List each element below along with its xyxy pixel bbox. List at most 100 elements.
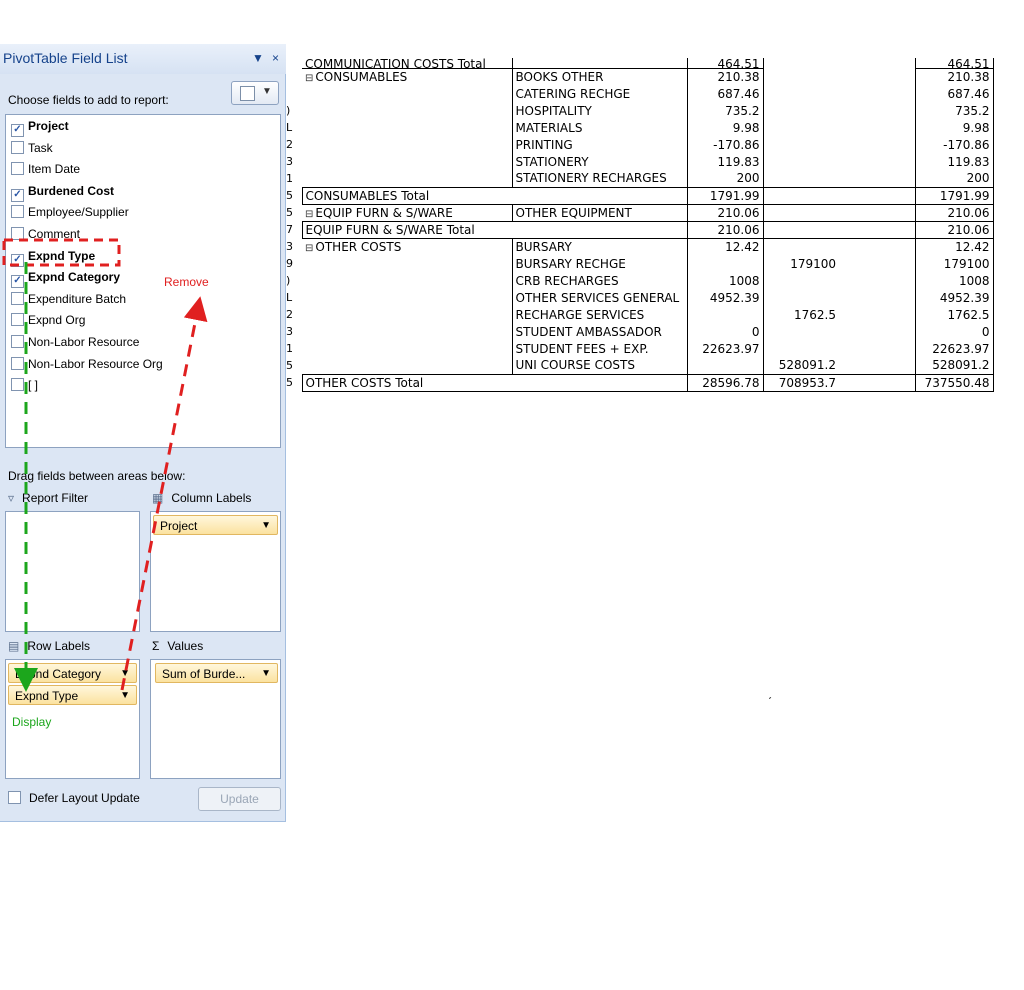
value-cell[interactable]	[763, 323, 839, 340]
value-cell[interactable]	[763, 170, 839, 187]
value-cell[interactable]	[839, 85, 915, 102]
value-cell[interactable]	[686, 357, 764, 374]
row-number[interactable]: 1	[286, 170, 302, 187]
grand-total-cell[interactable]: 200	[914, 170, 994, 187]
type-cell[interactable]: HOSPITALITY	[511, 102, 687, 119]
value-cell[interactable]	[763, 136, 839, 153]
type-cell[interactable]: MATERIALS	[511, 119, 687, 136]
type-cell[interactable]	[511, 58, 687, 68]
value-cell[interactable]	[763, 85, 839, 102]
value-cell[interactable]	[839, 58, 915, 68]
category-cell[interactable]: ⊟ CONSUMABLES	[302, 67, 512, 85]
category-cell[interactable]	[302, 170, 512, 187]
row-number[interactable]: )	[286, 102, 302, 119]
grand-total-cell[interactable]: 210.38	[914, 67, 994, 85]
row-number[interactable]	[286, 85, 302, 102]
grand-total-cell[interactable]: 4952.39	[914, 289, 994, 306]
row-number[interactable]: 1	[286, 340, 302, 357]
type-cell[interactable]	[512, 186, 687, 205]
grand-total-cell[interactable]: 210.06	[914, 203, 994, 221]
type-cell[interactable]: BOOKS OTHER	[511, 67, 687, 85]
row-number[interactable]: 5	[286, 204, 302, 221]
value-cell[interactable]	[839, 289, 915, 306]
value-cell[interactable]	[763, 68, 839, 85]
row-number[interactable]: 5	[286, 374, 302, 391]
value-cell[interactable]: -170.86	[686, 136, 764, 153]
row-number[interactable]: 2	[286, 136, 302, 153]
category-cell[interactable]	[302, 255, 512, 272]
value-cell[interactable]: 28596.78	[686, 373, 764, 392]
value-cell[interactable]	[763, 119, 839, 136]
value-cell[interactable]	[763, 58, 839, 68]
value-cell[interactable]	[763, 340, 839, 357]
row-number[interactable]: 5	[286, 187, 302, 204]
type-cell[interactable]: STUDENT FEES + EXP.	[511, 340, 687, 357]
value-cell[interactable]	[839, 238, 915, 255]
value-cell[interactable]	[839, 357, 915, 374]
value-cell[interactable]	[839, 102, 915, 119]
grand-total-cell[interactable]: 1791.99	[914, 186, 994, 205]
value-cell[interactable]: 687.46	[686, 85, 764, 102]
value-cell[interactable]: 210.06	[686, 203, 764, 221]
value-cell[interactable]: 119.83	[686, 153, 764, 170]
type-cell[interactable]: PRINTING	[511, 136, 687, 153]
value-cell[interactable]	[839, 170, 915, 187]
value-cell[interactable]	[839, 340, 915, 357]
value-cell[interactable]	[686, 255, 764, 272]
value-cell[interactable]	[839, 306, 915, 323]
type-cell[interactable]: CATERING RECHGE	[511, 85, 687, 102]
grand-total-cell[interactable]: 464.51	[914, 58, 994, 68]
category-cell[interactable]: CONSUMABLES Total	[301, 186, 512, 205]
category-cell[interactable]	[302, 340, 512, 357]
grand-total-cell[interactable]: 1762.5	[914, 306, 994, 323]
grand-total-cell[interactable]: -170.86	[914, 136, 994, 153]
value-cell[interactable]	[763, 289, 839, 306]
value-cell[interactable]	[763, 238, 839, 255]
grand-total-cell[interactable]: 12.42	[914, 237, 994, 255]
category-cell[interactable]	[302, 102, 512, 119]
type-cell[interactable]: BURSARY RECHGE	[511, 255, 687, 272]
value-cell[interactable]	[839, 153, 915, 170]
value-cell[interactable]: 464.51	[686, 58, 764, 68]
row-number[interactable]: 5	[286, 357, 302, 374]
category-cell[interactable]	[302, 306, 512, 323]
row-number[interactable]: 2	[286, 306, 302, 323]
value-cell[interactable]: 528091.2	[763, 357, 839, 374]
category-cell[interactable]: ⊟ OTHER COSTS	[302, 237, 512, 255]
row-number[interactable]: L	[286, 289, 302, 306]
category-cell[interactable]	[302, 136, 512, 153]
type-cell[interactable]: STATIONERY	[511, 153, 687, 170]
value-cell[interactable]	[763, 153, 839, 170]
value-cell[interactable]	[839, 220, 915, 239]
value-cell[interactable]: 22623.97	[686, 340, 764, 357]
value-cell[interactable]: 1791.99	[686, 186, 764, 205]
category-cell[interactable]: ⊟ EQUIP FURN & S/WARE	[302, 203, 512, 221]
category-cell[interactable]	[302, 119, 512, 136]
row-number[interactable]: 3	[286, 323, 302, 340]
value-cell[interactable]: 0	[686, 323, 764, 340]
value-cell[interactable]	[839, 136, 915, 153]
collapse-icon[interactable]: ⊟	[305, 73, 313, 84]
type-cell[interactable]	[512, 220, 687, 239]
category-cell[interactable]: COMMUNICATION COSTS Total	[302, 58, 512, 68]
value-cell[interactable]	[839, 204, 915, 221]
type-cell[interactable]: UNI COURSE COSTS	[511, 357, 687, 374]
type-cell[interactable]: OTHER EQUIPMENT	[511, 203, 687, 221]
category-cell[interactable]	[302, 153, 512, 170]
category-cell[interactable]: EQUIP FURN & S/WARE Total	[301, 220, 512, 239]
grand-total-cell[interactable]: 119.83	[914, 153, 994, 170]
collapse-icon[interactable]: ⊟	[305, 243, 313, 254]
value-cell[interactable]: 708953.7	[763, 373, 839, 392]
grand-total-cell[interactable]: 737550.48	[914, 373, 994, 392]
value-cell[interactable]: 210.38	[686, 67, 764, 85]
grand-total-cell[interactable]: 528091.2	[914, 357, 994, 374]
value-cell[interactable]	[763, 204, 839, 221]
grand-total-cell[interactable]: 735.2	[914, 102, 994, 119]
value-cell[interactable]: 179100	[763, 255, 839, 272]
value-cell[interactable]	[839, 119, 915, 136]
value-cell[interactable]: 12.42	[686, 237, 764, 255]
type-cell[interactable]	[512, 373, 687, 392]
grand-total-cell[interactable]: 1008	[914, 272, 994, 289]
category-cell[interactable]	[302, 289, 512, 306]
row-number[interactable]: 3	[286, 153, 302, 170]
